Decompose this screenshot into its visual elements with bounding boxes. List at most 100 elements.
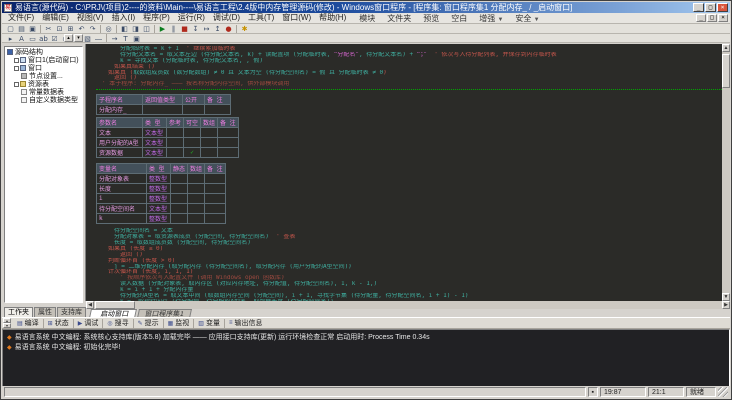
scroll-up-icon[interactable]: ▲ <box>722 44 730 52</box>
resize-grip[interactable] <box>718 387 728 397</box>
new-file-icon[interactable]: ▢ <box>5 24 16 33</box>
menu-extra-2[interactable]: 预览 <box>420 14 442 23</box>
run-icon[interactable]: ▶ <box>157 24 168 33</box>
menu-item-5[interactable]: 运行(R) <box>174 13 209 22</box>
tree-checkbox[interactable] <box>14 81 19 87</box>
view-form-icon[interactable]: ◧ <box>119 24 130 33</box>
tree-item-3[interactable]: 节点设置... <box>5 72 82 80</box>
tree-item-0[interactable]: 源码结构 <box>5 48 82 56</box>
wizard-icon[interactable]: ✱ <box>239 24 250 33</box>
tree-item-6[interactable]: 自定义数据类型 <box>5 96 82 104</box>
toolbar-separator <box>154 24 155 33</box>
picture-tool-icon[interactable]: ▧ <box>82 34 93 43</box>
pause-icon[interactable]: ∥ <box>168 24 179 33</box>
edit-tool-icon[interactable]: ab <box>38 34 49 43</box>
view-code-icon[interactable]: ◨ <box>130 24 141 33</box>
arrow-tool-icon[interactable]: → <box>109 34 120 43</box>
mdi-close-button[interactable]: × <box>718 14 728 22</box>
table-header-cell: 数组 <box>200 117 219 129</box>
button-tool-icon[interactable]: ▭ <box>27 34 38 43</box>
step-out-icon[interactable]: ↥ <box>212 24 223 33</box>
menu-dropdown-1[interactable]: 安全 ▼ <box>512 14 542 23</box>
scroll-right-icon[interactable]: ▶ <box>722 301 730 309</box>
tree-item-4[interactable]: 资源表 <box>5 80 82 88</box>
output-panel[interactable]: ◆ 易语言系统 中文编程: 系统核心支持库(版本5.8) 加载完毕 —— 应用接口… <box>2 329 730 388</box>
paste-icon[interactable]: ⊞ <box>65 24 76 33</box>
output-collapse-arrow-1[interactable]: ▾ <box>3 323 11 328</box>
label-tool-icon[interactable]: A <box>16 34 27 43</box>
find-icon[interactable]: ◎ <box>103 24 114 33</box>
menu-item-3[interactable]: 插入(I) <box>108 13 140 22</box>
redo-icon[interactable]: ↷ <box>87 24 98 33</box>
status-indicator: ▪ <box>587 387 598 397</box>
menu-item-4[interactable]: 程序(P) <box>139 13 174 22</box>
menu-dropdown-0[interactable]: 增强 ▼ <box>476 14 506 23</box>
step-into-icon[interactable]: ↧ <box>190 24 201 33</box>
menu-item-7[interactable]: 工具(T) <box>244 13 278 22</box>
output-tab-button-6[interactable]: ▥ 变量 <box>195 318 223 328</box>
editor-horizontal-scrollbar[interactable]: ◀ ▶ <box>86 301 730 309</box>
tree-item-label: 常量数据表 <box>29 89 64 96</box>
select-tool-icon[interactable]: ▸ <box>5 34 16 43</box>
output-tab-button-2[interactable]: ▶ 调试 <box>75 318 102 328</box>
open-file-icon[interactable]: ▤ <box>16 24 27 33</box>
mdi-window-controls: _ □ × <box>695 14 728 22</box>
scroll-left-icon[interactable]: ◀ <box>86 301 94 309</box>
menu-item-0[interactable]: 文件(F) <box>4 13 38 22</box>
table-header-cell: 类 型 <box>146 163 171 175</box>
close-button[interactable]: × <box>717 3 728 12</box>
save-icon[interactable]: ▣ <box>27 24 38 33</box>
code-table-0: 子程序名 返回值类型 公开备 注分配内存_ <box>96 94 231 116</box>
menu-item-6[interactable]: 调试(D) <box>209 13 244 22</box>
output-tab-button-7[interactable]: ≡ 输出信息 <box>226 318 266 328</box>
scroll-down-icon[interactable]: ▼ <box>722 293 730 301</box>
breakpoint-icon[interactable]: ● <box>223 24 234 33</box>
undo-icon[interactable]: ↶ <box>76 24 87 33</box>
dock-tab-1[interactable]: 属性 <box>34 307 56 317</box>
tree-checkbox[interactable] <box>14 65 19 71</box>
code-editor[interactable]: 分配临时表 = k + 1 ' 继续累加临时表 待分配文本名 = 取文本左边 (待… <box>85 44 730 301</box>
panel-mini-button-0[interactable]: ▴ <box>64 34 73 42</box>
menu-item-8[interactable]: 窗口(W) <box>278 13 315 22</box>
editor-vertical-scrollbar[interactable]: ▲ ▼ <box>722 44 730 301</box>
dock-tab-0[interactable]: 工作夹 <box>4 307 33 317</box>
output-tab-button-3[interactable]: ◎ 搜寻 <box>104 318 131 328</box>
menu-item-1[interactable]: 编辑(E) <box>38 13 73 22</box>
panel-mini-button-1[interactable]: ▾ <box>74 34 83 42</box>
mdi-minimize-button[interactable]: _ <box>696 14 706 22</box>
line-tool-icon[interactable]: ― <box>93 34 104 43</box>
maximize-button[interactable]: □ <box>705 3 716 12</box>
table-cell <box>187 183 206 195</box>
checkbox-tool-icon[interactable]: ☑ <box>49 34 60 43</box>
output-tab-button-0[interactable]: ▤ 编译 <box>14 318 42 328</box>
menu-item-2[interactable]: 视图(V) <box>73 13 108 22</box>
menu-extra-1[interactable]: 文件夹 <box>384 14 414 23</box>
tree-checkbox[interactable] <box>14 57 19 63</box>
mdi-restore-button[interactable]: □ <box>707 14 717 22</box>
tree-item-1[interactable]: 窗口1(启动窗口) <box>5 56 82 64</box>
minimize-button[interactable]: _ <box>693 3 704 12</box>
group-tool-icon[interactable]: ▣ <box>131 34 142 43</box>
table-cell: 分配对象表 <box>96 173 147 185</box>
text-tool-icon[interactable]: T <box>120 34 131 43</box>
tree-item-5[interactable]: 常量数据表 <box>5 88 82 96</box>
vertical-scroll-thumb[interactable] <box>722 54 730 88</box>
step-over-icon[interactable]: ↦ <box>201 24 212 33</box>
menu-item-9[interactable]: 帮助(H) <box>315 13 350 22</box>
view-split-icon[interactable]: ◫ <box>141 24 152 33</box>
output-tab-button-1[interactable]: ⊞ 状态 <box>45 318 72 328</box>
copy-icon[interactable]: ⊡ <box>54 24 65 33</box>
cut-icon[interactable]: ✂ <box>43 24 54 33</box>
output-tab-button-5[interactable]: ▦ 监视 <box>165 318 193 328</box>
table-cell: 文本型 <box>142 127 167 139</box>
dock-tab-2[interactable]: 支持库 <box>57 307 86 317</box>
project-tree[interactable]: 源码结构 窗口1(启动窗口) 窗口 节点设置... 资源表 常量数据表 自定义数据类型 <box>4 46 83 303</box>
menu-extra-3[interactable]: 空白 <box>448 14 470 23</box>
title-bar[interactable]: 易 易语言(源代码) - C:\PRJ\(项目)2----的资料\Main---… <box>2 2 730 13</box>
horizontal-scroll-thumb[interactable] <box>95 301 135 309</box>
tree-item-2[interactable]: 窗口 <box>5 64 82 72</box>
output-tab-button-4[interactable]: ✎ 提示 <box>135 318 162 328</box>
menu-extra-0[interactable]: 模块 <box>356 14 378 23</box>
stop-icon[interactable]: ■ <box>179 24 190 33</box>
table-row: 分配对象表 整数型 <box>96 173 226 185</box>
